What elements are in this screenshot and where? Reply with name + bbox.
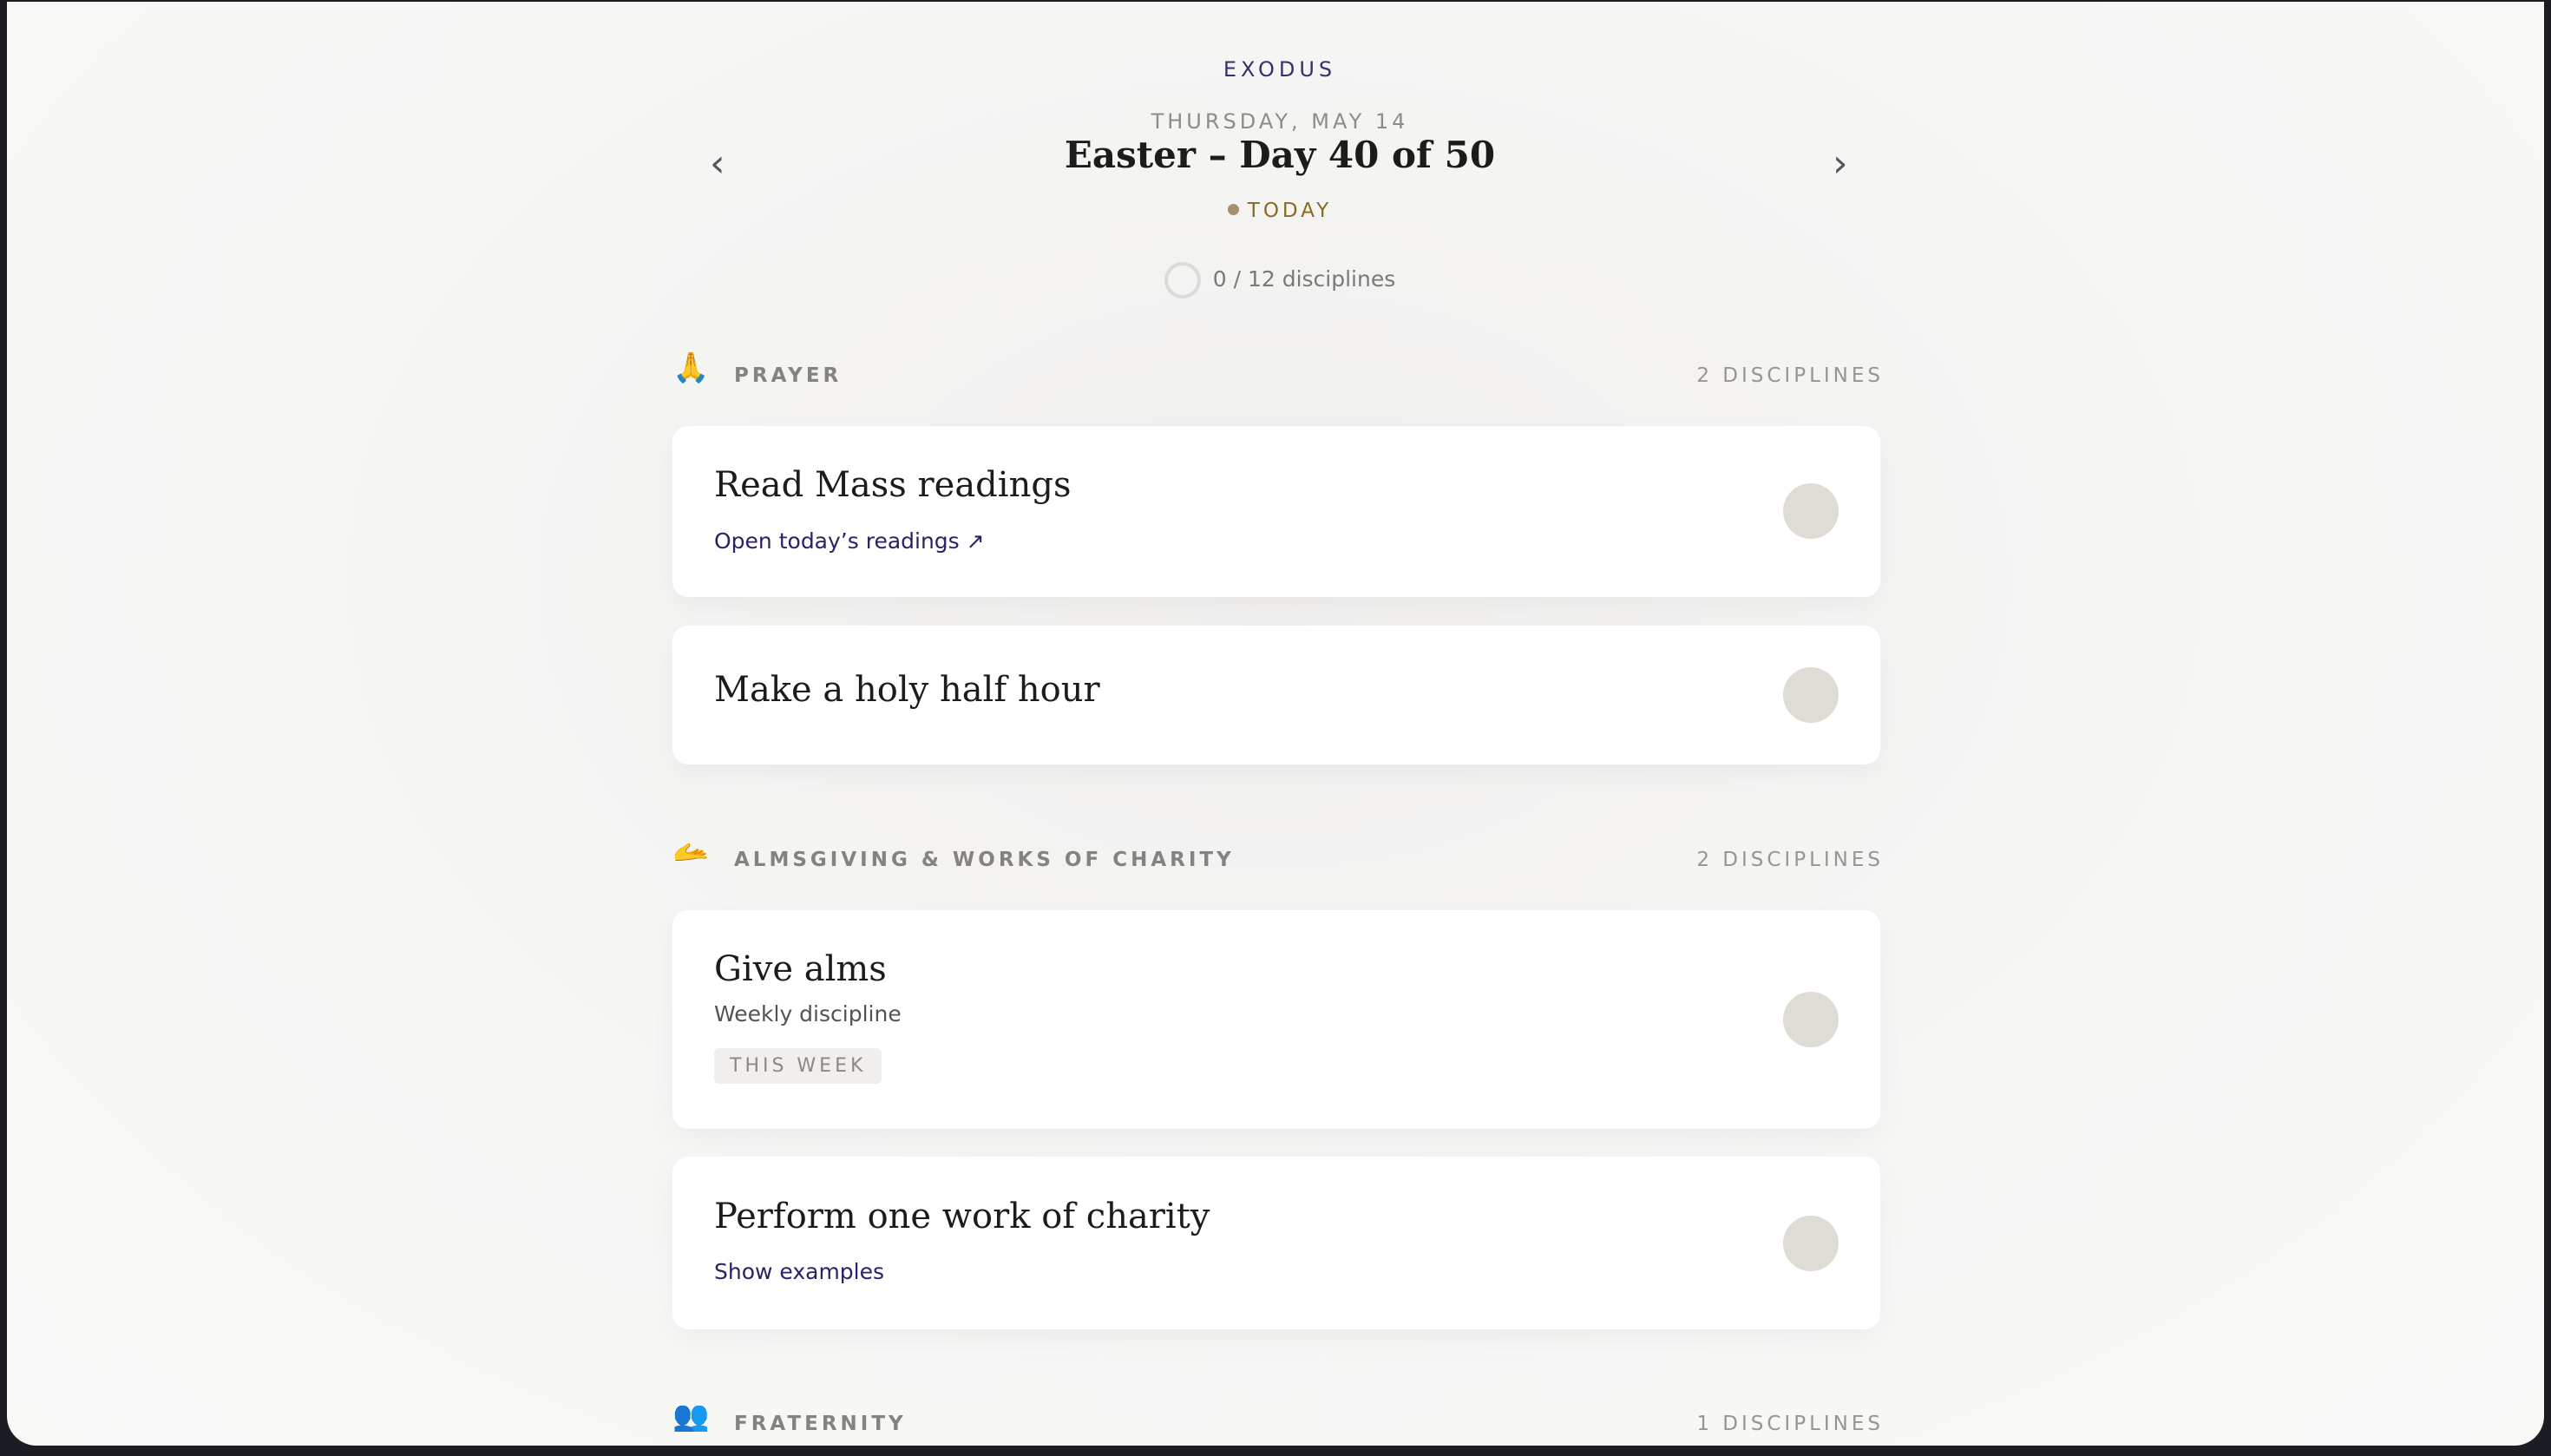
chevron-right-icon[interactable]: › (1833, 145, 1848, 183)
today-label: TODAY (1247, 200, 1333, 222)
discipline-card-work-of-charity[interactable]: Perform one work of charity Show example… (672, 1157, 1880, 1329)
discipline-title: Read Mass readings (714, 465, 1072, 505)
section-header-almsgiving: 🫴 ALMSGIVING & WORKS OF CHARITY 2 DISCIP… (672, 835, 1887, 878)
progress-text: 0 / 12 disciplines (1212, 266, 1396, 292)
section-count: 2 DISCIPLINES (1696, 849, 1884, 871)
complete-toggle[interactable] (1783, 1216, 1839, 1271)
today-indicator: TODAY (672, 200, 1887, 222)
progress-ring-icon (1164, 262, 1201, 298)
this-week-badge: THIS WEEK (714, 1048, 882, 1084)
discipline-card-read-mass-readings[interactable]: Read Mass readings Open today’s readings… (672, 426, 1880, 597)
complete-toggle[interactable] (1783, 992, 1839, 1047)
current-date: THURSDAY, MAY 14 (1151, 109, 1409, 134)
section-header-prayer: 🙏 PRAYER 2 DISCIPLINES (672, 351, 1887, 394)
section-count: 1 DISCIPLINES (1696, 1413, 1884, 1435)
app-name: EXODUS (1223, 57, 1337, 82)
praying-hands-icon: 🙏 (672, 351, 710, 385)
people-icon: 👥 (672, 1399, 710, 1433)
giving-hand-icon: 🫴 (672, 835, 710, 869)
section-count: 2 DISCIPLINES (1696, 364, 1884, 387)
section-title: ALMSGIVING & WORKS OF CHARITY (734, 849, 1235, 871)
discipline-card-give-alms[interactable]: Give alms Weekly discipline THIS WEEK (672, 910, 1880, 1129)
open-readings-link[interactable]: Open today’s readings ↗ (714, 528, 985, 554)
discipline-card-holy-half-hour[interactable]: Make a holy half hour (672, 626, 1880, 764)
complete-toggle[interactable] (1783, 483, 1839, 539)
discipline-subtitle: Weekly discipline (714, 1001, 902, 1026)
discipline-title: Perform one work of charity (714, 1197, 1210, 1236)
today-dot-icon (1227, 204, 1239, 215)
section-title: FRATERNITY (734, 1413, 907, 1435)
progress-summary: 0 / 12 disciplines (672, 262, 1887, 298)
discipline-title: Make a holy half hour (714, 670, 1100, 710)
complete-toggle[interactable] (1783, 667, 1839, 723)
season-title: Easter – Day 40 of 50 (1064, 134, 1496, 176)
section-header-fraternity: 👥 FRATERNITY 1 DISCIPLINES (672, 1399, 1887, 1442)
show-examples-link[interactable]: Show examples (714, 1259, 884, 1284)
app-window: EXODUS THURSDAY, MAY 14 ‹ Easter – Day 4… (7, 2, 2544, 1446)
discipline-title: Give alms (714, 949, 887, 989)
section-title: PRAYER (734, 364, 843, 387)
